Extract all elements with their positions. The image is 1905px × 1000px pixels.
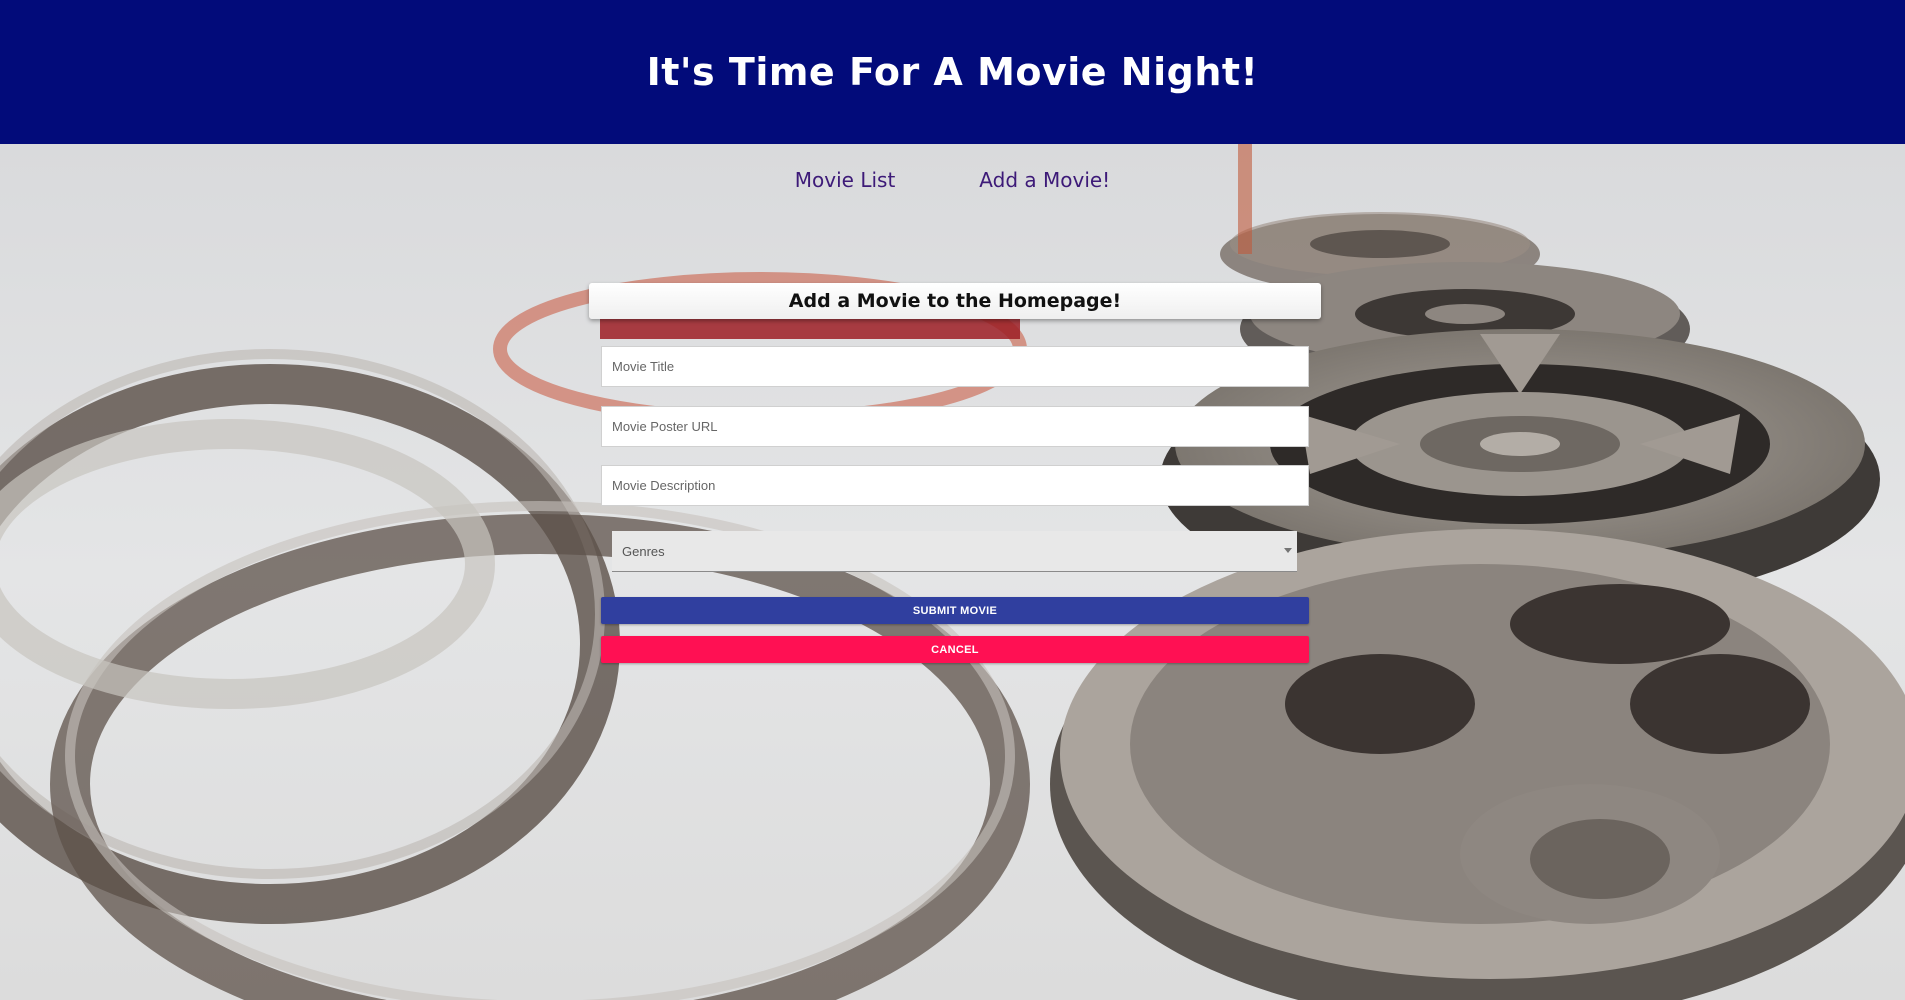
main-nav: Movie List Add a Movie! — [0, 168, 1905, 192]
movie-poster-url-input[interactable] — [601, 406, 1309, 447]
page-title: It's Time For A Movie Night! — [646, 50, 1259, 94]
dropdown-arrow-icon — [1284, 548, 1292, 553]
movie-title-input[interactable] — [601, 346, 1309, 387]
form-title: Add a Movie to the Homepage! — [788, 290, 1122, 312]
page: It's Time For A Movie Night! Movie List … — [0, 0, 1905, 1000]
cancel-button[interactable]: CANCEL — [601, 636, 1309, 663]
submit-movie-button[interactable]: SUBMIT MOVIE — [601, 597, 1309, 624]
genres-select[interactable]: Genres — [612, 531, 1297, 572]
genres-select-label: Genres — [622, 543, 665, 559]
nav-link-add-movie[interactable]: Add a Movie! — [979, 168, 1110, 192]
form-title-bar: Add a Movie to the Homepage! — [589, 283, 1321, 319]
background-film-reels-image — [0, 144, 1905, 1000]
app-header: It's Time For A Movie Night! — [0, 0, 1905, 144]
nav-link-movie-list[interactable]: Movie List — [795, 168, 896, 192]
movie-description-input[interactable] — [601, 465, 1309, 506]
